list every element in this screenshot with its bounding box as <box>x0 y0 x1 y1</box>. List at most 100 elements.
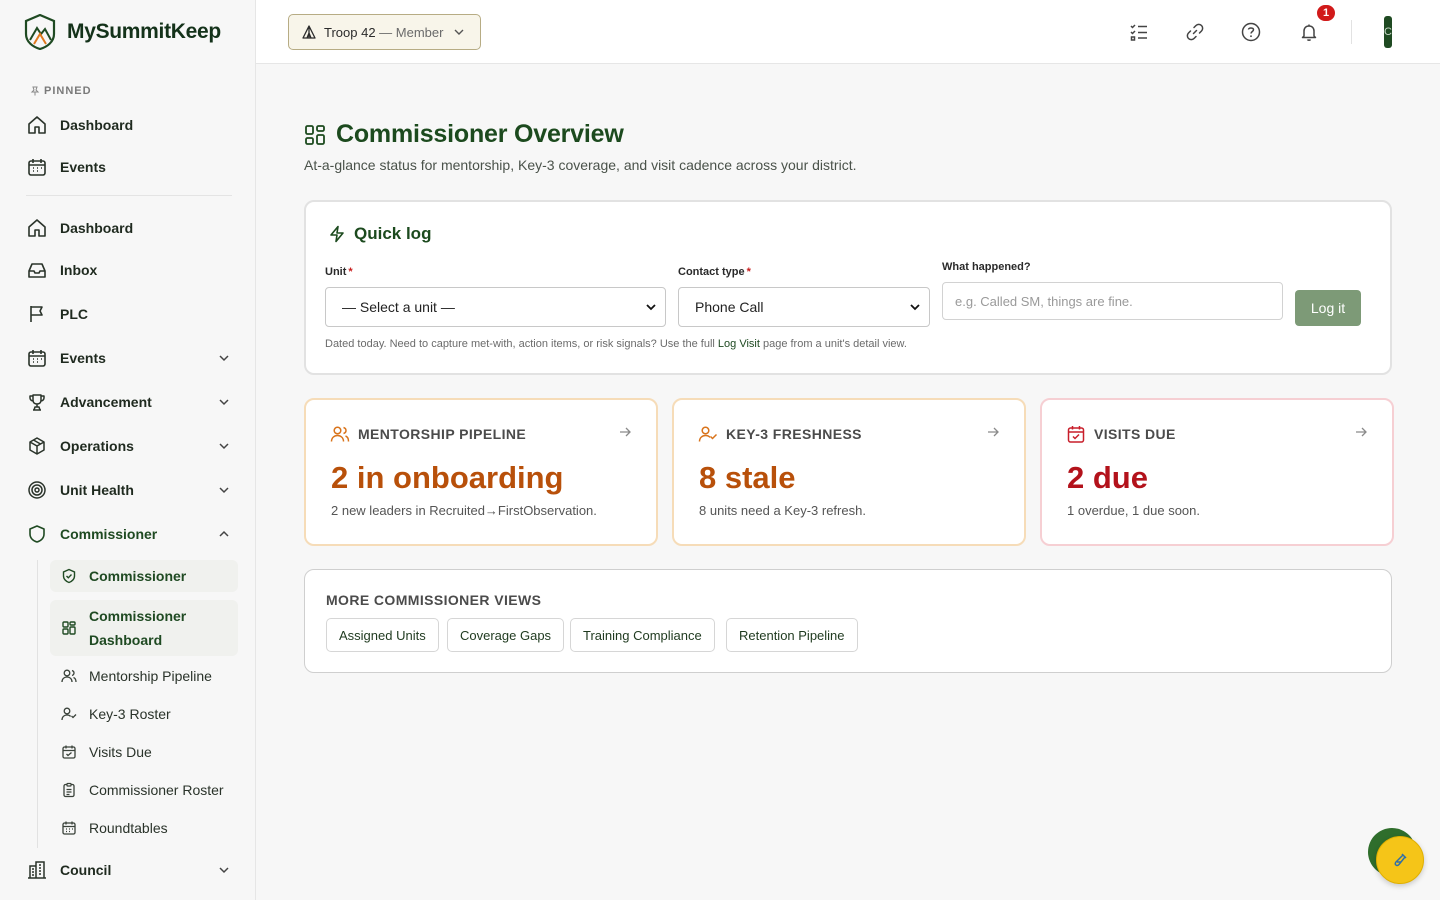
card-title: VISITS DUE <box>1094 426 1176 442</box>
card-value: 2 due <box>1067 460 1148 495</box>
help-icon[interactable] <box>1239 20 1263 44</box>
sidebar-item-advancement[interactable]: Advancement <box>26 386 231 418</box>
arrow-right-icon <box>1356 427 1367 437</box>
chevron-up-icon <box>219 530 229 537</box>
bell-icon[interactable] <box>1297 20 1321 44</box>
link-training-compliance[interactable]: Training Compliance <box>570 618 715 652</box>
sidebar-subitem-label: Roundtables <box>89 820 168 836</box>
pinned-item-label: Events <box>60 159 106 175</box>
mountain-logo-icon <box>24 14 56 50</box>
avatar[interactable]: C <box>1384 16 1392 48</box>
box-icon <box>26 435 48 457</box>
sidebar-item-label: Dashboard <box>60 220 134 236</box>
grid-icon <box>62 621 76 635</box>
home-icon <box>26 217 48 239</box>
sidebar-subitem-roundtables[interactable]: Roundtables <box>50 816 238 840</box>
sidebar-subitem-commissioner-dashboard[interactable]: Commissioner Dashboard <box>50 600 238 656</box>
sidebar-subitem-visits-due[interactable]: Visits Due <box>50 740 238 764</box>
clipboard-icon <box>63 782 75 798</box>
sidebar-item-dashboard[interactable]: Dashboard <box>26 212 231 244</box>
log-it-button[interactable]: Log it <box>1295 290 1361 326</box>
sidebar-subitem-label: Visits Due <box>89 744 152 760</box>
log-visit-link[interactable]: Log Visit <box>718 338 760 350</box>
calendar-icon <box>26 156 48 178</box>
sidebar-subitem-label: Commissioner Dashboard <box>89 608 187 648</box>
sidebar-subitem-label: Mentorship Pipeline <box>89 668 212 684</box>
sidebar-item-inbox[interactable]: Inbox <box>26 254 231 286</box>
inbox-icon <box>26 259 48 281</box>
sidebar-subitem-commissioner[interactable]: Commissioner <box>50 560 238 592</box>
chevron-down-icon <box>219 487 229 494</box>
sidebar-divider <box>26 195 232 196</box>
card-description: 1 overdue, 1 due soon. <box>1067 503 1200 518</box>
sidebar-item-label: Commissioner <box>60 526 158 542</box>
card-description: 8 units need a Key-3 refresh. <box>699 503 866 518</box>
brand-name: MySummitKeep <box>67 20 221 43</box>
sidebar-subitem-commissioner-roster[interactable]: Commissioner Roster <box>50 778 238 802</box>
sidebar-item-unit-health[interactable]: Unit Health <box>26 474 231 506</box>
sidebar-item-council[interactable]: Council <box>26 854 231 886</box>
key3-freshness-card[interactable]: KEY-3 FRESHNESS 8 stale 8 units need a K… <box>672 398 1026 546</box>
chevron-down-icon <box>219 355 229 362</box>
sidebar-item-label: Unit Health <box>60 482 134 498</box>
link-assigned-units[interactable]: Assigned Units <box>326 618 439 652</box>
sidebar-item-plc[interactable]: PLC <box>26 298 231 330</box>
sidebar-subitem-label: Commissioner <box>89 568 187 584</box>
test-tube-button[interactable] <box>1376 836 1424 884</box>
sidebar-subitem-label: Key-3 Roster <box>89 706 171 722</box>
top-bar: Troop 42 — Member 1 C <box>256 0 1440 64</box>
calendar-icon <box>26 347 48 369</box>
topbar-separator <box>1351 20 1352 44</box>
more-views-title: MORE COMMISSIONER VIEWS <box>326 592 542 608</box>
sidebar-item-events[interactable]: Events <box>26 342 231 374</box>
mentorship-pipeline-card[interactable]: MENTORSHIP PIPELINE 2 in onboarding 2 ne… <box>304 398 658 546</box>
flag-icon <box>26 303 48 325</box>
chevron-down-icon <box>219 443 229 450</box>
link-coverage-gaps[interactable]: Coverage Gaps <box>447 618 565 652</box>
lightning-icon <box>330 225 344 243</box>
dashboard-grid-icon <box>305 124 325 145</box>
home-icon <box>26 114 48 136</box>
users-icon <box>61 669 77 683</box>
link-retention-pipeline[interactable]: Retention Pipeline <box>726 618 858 652</box>
pinned-item-dashboard[interactable]: Dashboard <box>26 109 231 141</box>
sidebar-item-operations[interactable]: Operations <box>26 430 231 462</box>
sidebar-item-commissioner[interactable]: Commissioner <box>26 518 231 550</box>
what-happened-input[interactable] <box>942 282 1283 320</box>
chevron-down-icon <box>646 304 656 311</box>
notification-badge: 1 <box>1315 3 1337 23</box>
pinned-item-label: Dashboard <box>60 117 134 133</box>
calendar-icon <box>62 821 76 835</box>
sidebar: MySummitKeep PINNED Dashboard Events Das… <box>0 0 256 900</box>
page-subtitle: At-a-glance status for mentorship, Key-3… <box>304 157 857 173</box>
brand[interactable]: MySummitKeep <box>0 0 255 64</box>
sidebar-item-label: Council <box>60 862 112 878</box>
chevron-down-icon <box>219 867 229 874</box>
submenu-rail <box>37 560 38 848</box>
unit-select[interactable]: — Select a unit — <box>325 287 666 327</box>
card-title: MENTORSHIP PIPELINE <box>358 426 527 442</box>
target-icon <box>26 479 48 501</box>
sidebar-item-label: Advancement <box>60 394 152 410</box>
trophy-icon <box>26 391 48 413</box>
shield-check-icon <box>62 568 76 584</box>
quick-log-hint: Dated today. Need to capture met-with, a… <box>325 338 907 350</box>
card-value: 2 in onboarding <box>331 460 564 495</box>
card-description: 2 new leaders in Recruited→FirstObservat… <box>331 503 597 518</box>
unit-switcher[interactable]: Troop 42 — Member <box>288 14 481 50</box>
sidebar-subitem-mentorship-pipeline[interactable]: Mentorship Pipeline <box>50 664 238 688</box>
calendar-check-icon <box>62 745 76 759</box>
user-check-icon <box>61 707 77 721</box>
unit-field-label: Unit * <box>325 266 353 278</box>
contact-type-select[interactable]: Phone Call <box>678 287 930 327</box>
checklist-icon[interactable] <box>1127 20 1151 44</box>
link-icon[interactable] <box>1183 20 1207 44</box>
sidebar-subitem-key3-roster[interactable]: Key-3 Roster <box>50 702 238 726</box>
chevron-down-icon <box>219 399 229 406</box>
shield-icon <box>26 523 48 545</box>
test-tube-icon <box>1394 853 1407 867</box>
quick-log-header: Quick log <box>328 224 431 244</box>
visits-due-card[interactable]: VISITS DUE 2 due 1 overdue, 1 due soon. <box>1040 398 1394 546</box>
pinned-item-events[interactable]: Events <box>26 151 231 183</box>
card-title: KEY-3 FRESHNESS <box>726 426 862 442</box>
